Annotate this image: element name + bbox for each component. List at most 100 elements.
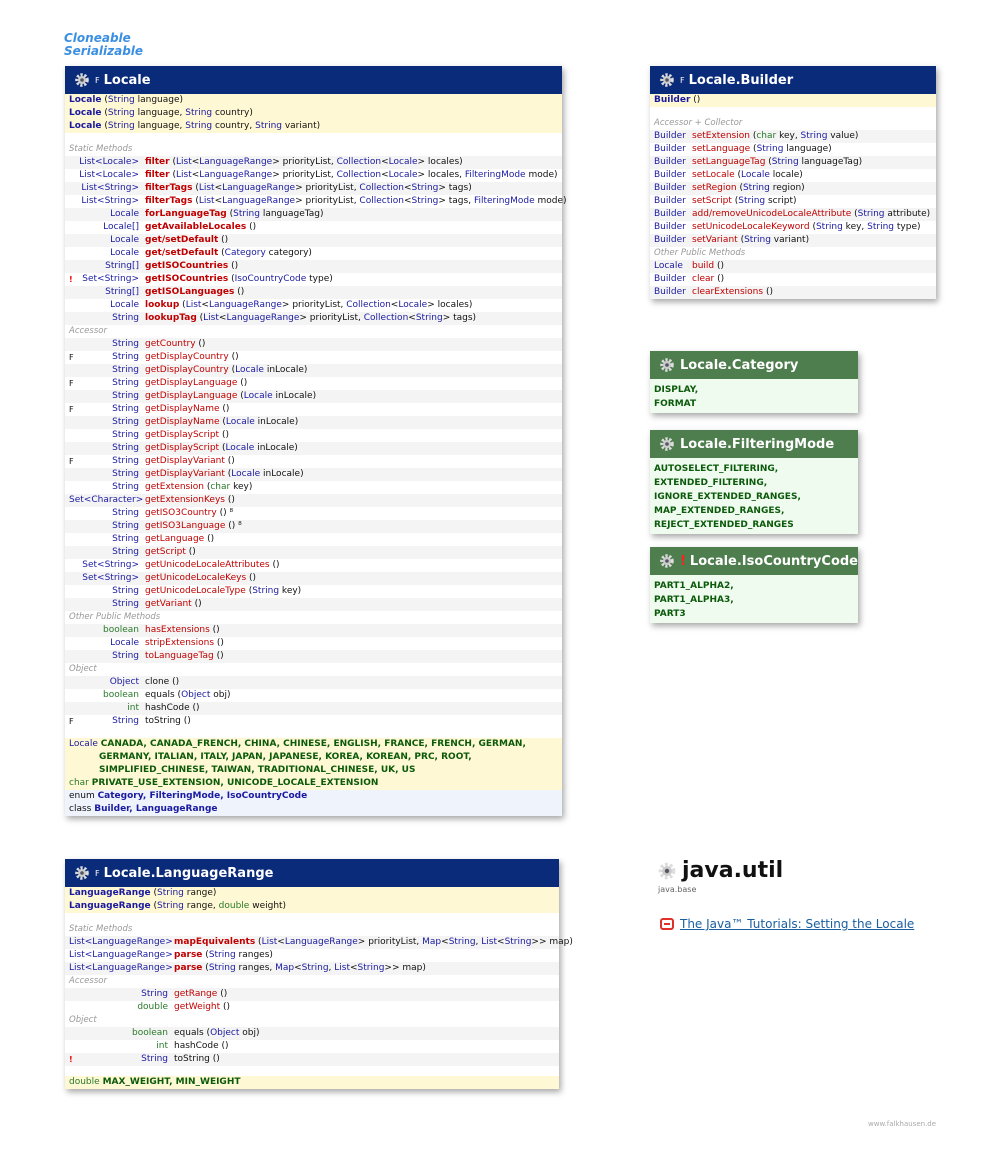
enum-constant: PART1_ALPHA3, [654, 595, 734, 605]
method-row[interactable]: String lookupTag (List<LanguageRange> pri… [65, 312, 562, 325]
method-row[interactable]: String getISO3Country () ⁸ [65, 507, 562, 520]
method-row[interactable]: String getUnicodeLocaleType (String key) [65, 585, 562, 598]
method-row[interactable]: double getWeight () [65, 1001, 559, 1014]
method-row[interactable]: List<Locale> filter (List<LanguageRange> … [65, 156, 562, 169]
final-marker: F [680, 75, 685, 85]
method-row[interactable]: Locale get/setDefault (Category category) [65, 247, 562, 260]
method-row[interactable]: F String getDisplayVariant () [65, 455, 562, 468]
method-row[interactable]: Builder clearExtensions () [650, 286, 936, 299]
method-row[interactable]: F String getDisplayCountry () [65, 351, 562, 364]
enum-constant: PART1_ALPHA2, [654, 581, 734, 591]
enum-constant: FORMAT [654, 399, 697, 409]
tutorial-link[interactable]: The Java™ Tutorials: Setting the Locale [660, 917, 914, 931]
method-row[interactable]: Set<String> getUnicodeLocaleKeys () [65, 572, 562, 585]
footer-credit: www.falkhausen.de [868, 1120, 937, 1128]
method-row[interactable]: boolean hasExtensions () [65, 624, 562, 637]
method-row[interactable]: String[] getISOLanguages () [65, 286, 562, 299]
method-row[interactable]: String getDisplayVariant (Locale inLocale… [65, 468, 562, 481]
constructor-row: Builder () [650, 94, 936, 107]
method-row[interactable]: ! String toString () [65, 1053, 559, 1066]
method-row[interactable]: Builder setLanguageTag (String languageTa… [650, 156, 936, 169]
section-label: Accessor [69, 326, 107, 336]
field-row: SIMPLIFIED_CHINESE, TAIWAN, TRADITIONAL_… [65, 764, 562, 777]
category-values: DISPLAY, FORMAT [650, 379, 858, 413]
method-row[interactable]: String toLanguageTag () [65, 650, 562, 663]
languagerange-title: Locale.LanguageRange [103, 865, 274, 881]
method-row[interactable]: Builder setVariant (String variant) [650, 234, 936, 247]
method-row[interactable]: Object clone () [65, 676, 562, 689]
method-row[interactable]: F String getDisplayName () [65, 403, 562, 416]
method-row[interactable]: Builder setLocale (Locale locale) [650, 169, 936, 182]
method-row[interactable]: String getDisplayCountry (Locale inLocale… [65, 364, 562, 377]
gear-icon [660, 437, 674, 451]
method-row[interactable]: Set<String> getUnicodeLocaleAttributes () [65, 559, 562, 572]
constructor-row: Locale (String language, String country) [65, 107, 562, 120]
method-row[interactable]: Set<Character> getExtensionKeys () [65, 494, 562, 507]
section-label: Object [69, 664, 97, 674]
method-row[interactable]: Builder setRegion (String region) [650, 182, 936, 195]
locale-class-card: F Locale Locale (String language) Locale … [65, 66, 567, 816]
method-row[interactable]: Locale stripExtensions () [65, 637, 562, 650]
method-row[interactable]: Locale lookup (List<LanguageRange> priori… [65, 299, 562, 312]
field-row: double MAX_WEIGHT, MIN_WEIGHT [65, 1076, 559, 1089]
method-row[interactable]: Builder setUnicodeLocaleKeyword (String k… [650, 221, 936, 234]
method-row[interactable]: F String getDisplayLanguage () [65, 377, 562, 390]
method-row[interactable]: String getDisplayScript (Locale inLocale) [65, 442, 562, 455]
method-row[interactable]: List<String> filterTags (List<LanguageRan… [65, 182, 562, 195]
isocountrycode-values: PART1_ALPHA2, PART1_ALPHA3, PART3 [650, 575, 858, 623]
filteringmode-values: AUTOSELECT_FILTERING, EXTENDED_FILTERING… [650, 458, 858, 534]
since-marker: ! [679, 553, 686, 569]
method-row[interactable]: Builder setExtension (char key, String va… [650, 130, 936, 143]
method-row[interactable]: Builder add/removeUnicodeLocaleAttribute … [650, 208, 936, 221]
method-row[interactable]: String getExtension (char key) [65, 481, 562, 494]
method-row[interactable]: String getDisplayScript () [65, 429, 562, 442]
method-row[interactable]: List<LanguageRange>mapEquivalents (List<… [65, 936, 573, 949]
gear-icon [75, 866, 89, 880]
method-row[interactable]: List<LanguageRange>parse (String ranges) [65, 949, 559, 962]
method-row[interactable]: String getVariant () [65, 598, 562, 611]
method-row[interactable]: ! Set<String> getISOCountries (IsoCountryC… [65, 273, 562, 286]
enum-constant: DISPLAY, [654, 385, 699, 395]
category-enum-card: Locale.Category DISPLAY, FORMAT [650, 351, 858, 413]
method-row[interactable]: List<Locale> filter (List<LanguageRange> … [65, 169, 562, 182]
enum-constant: PART3 [654, 609, 686, 619]
method-row[interactable]: int hashCode () [65, 702, 562, 715]
gear-icon [660, 554, 674, 568]
builder-class-card: F Locale.Builder Builder () Accessor + Co… [650, 66, 936, 299]
enum-constant: REJECT_EXTENDED_RANGES [654, 520, 794, 530]
builder-header: F Locale.Builder [650, 66, 936, 94]
method-row[interactable]: boolean equals (Object obj) [65, 689, 562, 702]
enum-constant: MAP_EXTENDED_RANGES, [654, 506, 785, 516]
method-row[interactable]: List<LanguageRange>parse (String ranges,… [65, 962, 559, 975]
languagerange-header: F Locale.LanguageRange [65, 859, 559, 887]
isocountrycode-header: ! Locale.IsoCountryCode [650, 547, 858, 575]
final-marker: F [95, 868, 100, 878]
method-row[interactable]: String getLanguage () [65, 533, 562, 546]
method-row[interactable]: Locale forLanguageTag (String languageTag… [65, 208, 562, 221]
method-row[interactable]: String getScript () [65, 546, 562, 559]
method-row[interactable]: Locale[] getAvailableLocales () [65, 221, 562, 234]
method-row[interactable]: String getISO3Language () ⁸ [65, 520, 562, 533]
tutorial-link-text: The Java™ Tutorials: Setting the Locale [680, 917, 915, 931]
section-label: Accessor [69, 976, 107, 986]
method-row[interactable]: Builder setLanguage (String language) [650, 143, 936, 156]
method-row[interactable]: String getCountry () [65, 338, 562, 351]
method-row[interactable]: F String toString () [65, 715, 562, 728]
package-name: java.util [682, 858, 784, 883]
method-row[interactable]: Builder setScript (String script) [650, 195, 936, 208]
method-row[interactable]: String getRange () [65, 988, 559, 1001]
method-row[interactable]: String getDisplayLanguage (Locale inLocal… [65, 390, 562, 403]
locale-title: Locale [103, 72, 151, 88]
gear-icon [658, 862, 676, 879]
method-row[interactable]: String[] getISOCountries () [65, 260, 562, 273]
method-row[interactable]: Builder clear () [650, 273, 936, 286]
method-row[interactable]: Locale get/setDefault () [65, 234, 562, 247]
method-row[interactable]: Locale build () [650, 260, 936, 273]
method-row[interactable]: List<String> filterTags (List<LanguageRan… [65, 195, 566, 208]
gear-icon [660, 358, 674, 372]
constructor-row: Locale (String language, String country,… [65, 120, 562, 133]
method-row[interactable]: boolean equals (Object obj) [65, 1027, 559, 1040]
method-row[interactable]: int hashCode () [65, 1040, 559, 1053]
method-row[interactable]: String getDisplayName (Locale inLocale) [65, 416, 562, 429]
